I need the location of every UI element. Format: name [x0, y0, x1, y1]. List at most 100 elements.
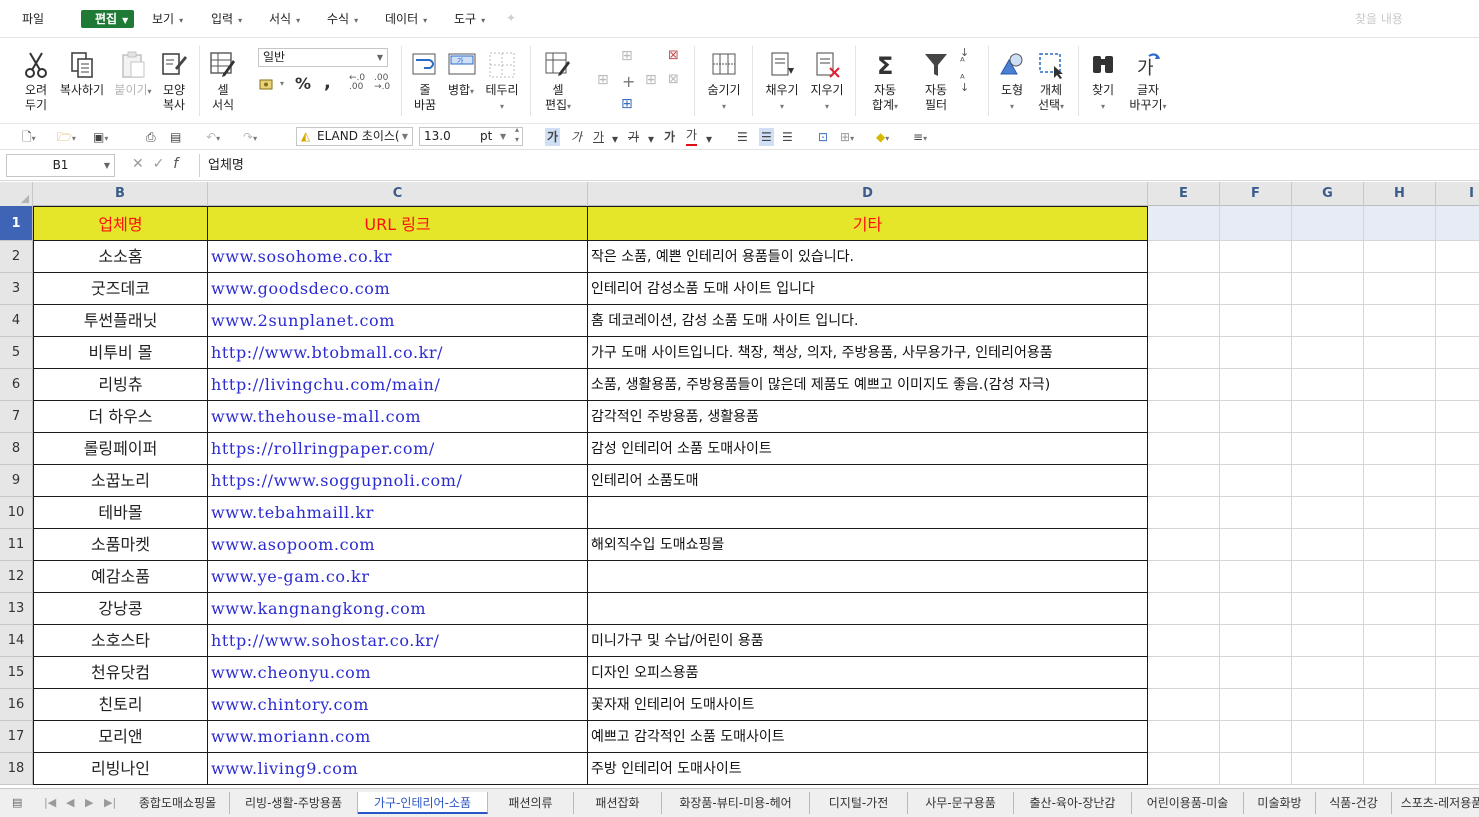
empty-cell[interactable]: [1364, 753, 1436, 785]
row-header[interactable]: 15: [0, 657, 33, 689]
empty-cell[interactable]: [1148, 753, 1220, 785]
comma-button[interactable]: ,: [324, 72, 331, 93]
empty-cell[interactable]: [1220, 206, 1292, 241]
company-name-cell[interactable]: 투썬플래닛: [33, 305, 208, 337]
last-sheet-icon[interactable]: ▶|: [104, 796, 116, 809]
empty-cell[interactable]: [1364, 241, 1436, 273]
company-name-cell[interactable]: 리빙츄: [33, 369, 208, 401]
empty-cell[interactable]: [1220, 497, 1292, 529]
empty-cell[interactable]: [1220, 305, 1292, 337]
column-header-f[interactable]: F: [1220, 182, 1292, 206]
sheet-tab[interactable]: 패션의류: [488, 792, 574, 814]
empty-cell[interactable]: [1148, 561, 1220, 593]
prev-sheet-icon[interactable]: ◀: [66, 796, 74, 809]
url-link-cell[interactable]: http://www.sohostar.co.kr/: [208, 625, 588, 657]
empty-cell[interactable]: [1148, 401, 1220, 433]
empty-cell[interactable]: [1292, 305, 1364, 337]
company-name-cell[interactable]: 강낭콩: [33, 593, 208, 625]
undo-icon[interactable]: ↶▾: [206, 128, 220, 146]
url-link-cell[interactable]: www.asopoom.com: [208, 529, 588, 561]
company-name-cell[interactable]: 롤링페이퍼: [33, 433, 208, 465]
note-cell[interactable]: 감각적인 주방용품, 생활용품: [588, 401, 1148, 433]
empty-cell[interactable]: [1436, 241, 1479, 273]
empty-cell[interactable]: [1148, 433, 1220, 465]
insert-row-below-icon[interactable]: ⊞: [621, 96, 637, 112]
url-link-cell[interactable]: www.tebahmaill.kr: [208, 497, 588, 529]
empty-cell[interactable]: [1436, 497, 1479, 529]
empty-cell[interactable]: [1148, 529, 1220, 561]
menu-tools[interactable]: 도구 ▾: [454, 10, 485, 28]
copy-button[interactable]: 복사하기: [59, 50, 105, 98]
empty-cell[interactable]: [1364, 337, 1436, 369]
note-cell[interactable]: 예쁘고 감각적인 소품 도매사이트: [588, 721, 1148, 753]
row-header[interactable]: 17: [0, 721, 33, 753]
sheet-list-icon[interactable]: ▤: [12, 796, 22, 809]
empty-cell[interactable]: [1364, 561, 1436, 593]
currency-icon[interactable]: [259, 76, 275, 92]
note-cell[interactable]: 미니가구 및 수납/어린이 용품: [588, 625, 1148, 657]
url-link-cell[interactable]: www.chintory.com: [208, 689, 588, 721]
url-link-cell[interactable]: www.goodsdeco.com: [208, 273, 588, 305]
empty-cell[interactable]: [1436, 593, 1479, 625]
redo-icon[interactable]: ↷▾: [243, 128, 257, 146]
empty-cell[interactable]: [1292, 465, 1364, 497]
empty-cell[interactable]: [1292, 753, 1364, 785]
empty-cell[interactable]: [1148, 689, 1220, 721]
column-header-e[interactable]: E: [1148, 182, 1220, 206]
empty-cell[interactable]: [1364, 593, 1436, 625]
empty-cell[interactable]: [1436, 273, 1479, 305]
sort-ascending-icon[interactable]: ↓ ᴬ: [960, 47, 976, 67]
empty-cell[interactable]: [1364, 529, 1436, 561]
menu-data[interactable]: 데이터 ▾: [385, 10, 427, 28]
url-link-cell[interactable]: https://rollringpaper.com/: [208, 433, 588, 465]
company-name-cell[interactable]: 소소홈: [33, 241, 208, 273]
empty-cell[interactable]: [1292, 689, 1364, 721]
note-cell[interactable]: 작은 소품, 예쁜 인테리어 용품들이 있습니다.: [588, 241, 1148, 273]
company-name-cell[interactable]: 소품마켓: [33, 529, 208, 561]
url-link-cell[interactable]: www.living9.com: [208, 753, 588, 785]
fill-color-icon[interactable]: ◆▾: [876, 128, 889, 146]
print-icon[interactable]: ⎙: [146, 128, 156, 146]
font-name-select[interactable]: ◭ ELAND 초이스( ▼: [296, 127, 413, 146]
url-link-cell[interactable]: www.2sunplanet.com: [208, 305, 588, 337]
menu-view[interactable]: 보기 ▾: [152, 10, 183, 28]
url-link-cell[interactable]: http://livingchu.com/main/: [208, 369, 588, 401]
delete-col-icon[interactable]: ⊠: [668, 72, 684, 88]
percent-button[interactable]: %: [295, 74, 311, 93]
spreadsheet-grid[interactable]: B C D E F G H I 1 2 3 4 5 6 7 8 9 10 11 12 13 14 15 16 1…: [0, 182, 1479, 788]
sheet-tab[interactable]: 종합도매쇼핑몰: [126, 792, 230, 814]
company-name-cell[interactable]: 소호스타: [33, 625, 208, 657]
row-header[interactable]: 14: [0, 625, 33, 657]
sheet-tab[interactable]: 미술화방: [1244, 792, 1316, 814]
insert-cell-icon[interactable]: +: [622, 72, 638, 91]
save-icon[interactable]: ▣▾: [93, 128, 108, 146]
note-cell[interactable]: [588, 561, 1148, 593]
empty-cell[interactable]: [1292, 625, 1364, 657]
autofilter-button[interactable]: 자동 필터: [921, 50, 951, 113]
confirm-icon[interactable]: ✓: [153, 156, 165, 172]
empty-cell[interactable]: [1220, 401, 1292, 433]
url-link-cell[interactable]: www.cheonyu.com: [208, 657, 588, 689]
empty-cell[interactable]: [1436, 465, 1479, 497]
wrap-text-button[interactable]: 줄 바꿈: [410, 50, 440, 113]
merge-button[interactable]: 가 병합▾: [447, 50, 476, 99]
sheet-tab[interactable]: 리빙-생활-주방용품: [230, 792, 358, 814]
note-cell[interactable]: 감성 인테리어 소품 도매사이트: [588, 433, 1148, 465]
align-right-icon[interactable]: ☰: [782, 128, 793, 146]
empty-cell[interactable]: [1292, 721, 1364, 753]
empty-cell[interactable]: [1292, 497, 1364, 529]
first-sheet-icon[interactable]: |◀: [44, 796, 56, 809]
underline-button[interactable]: 가: [593, 128, 604, 146]
company-name-cell[interactable]: 굿즈데코: [33, 273, 208, 305]
row-header[interactable]: 11: [0, 529, 33, 561]
note-cell[interactable]: 꽃자재 인테리어 도매사이트: [588, 689, 1148, 721]
menu-format[interactable]: 서식 ▾: [269, 10, 300, 28]
hide-button[interactable]: 숨기기 ▾: [706, 50, 742, 114]
column-header-h[interactable]: H: [1364, 182, 1436, 206]
empty-cell[interactable]: [1364, 625, 1436, 657]
empty-cell[interactable]: [1364, 273, 1436, 305]
merge-center-icon[interactable]: ⊡: [818, 128, 828, 146]
empty-cell[interactable]: [1436, 529, 1479, 561]
empty-cell[interactable]: [1364, 497, 1436, 529]
empty-cell[interactable]: [1292, 657, 1364, 689]
